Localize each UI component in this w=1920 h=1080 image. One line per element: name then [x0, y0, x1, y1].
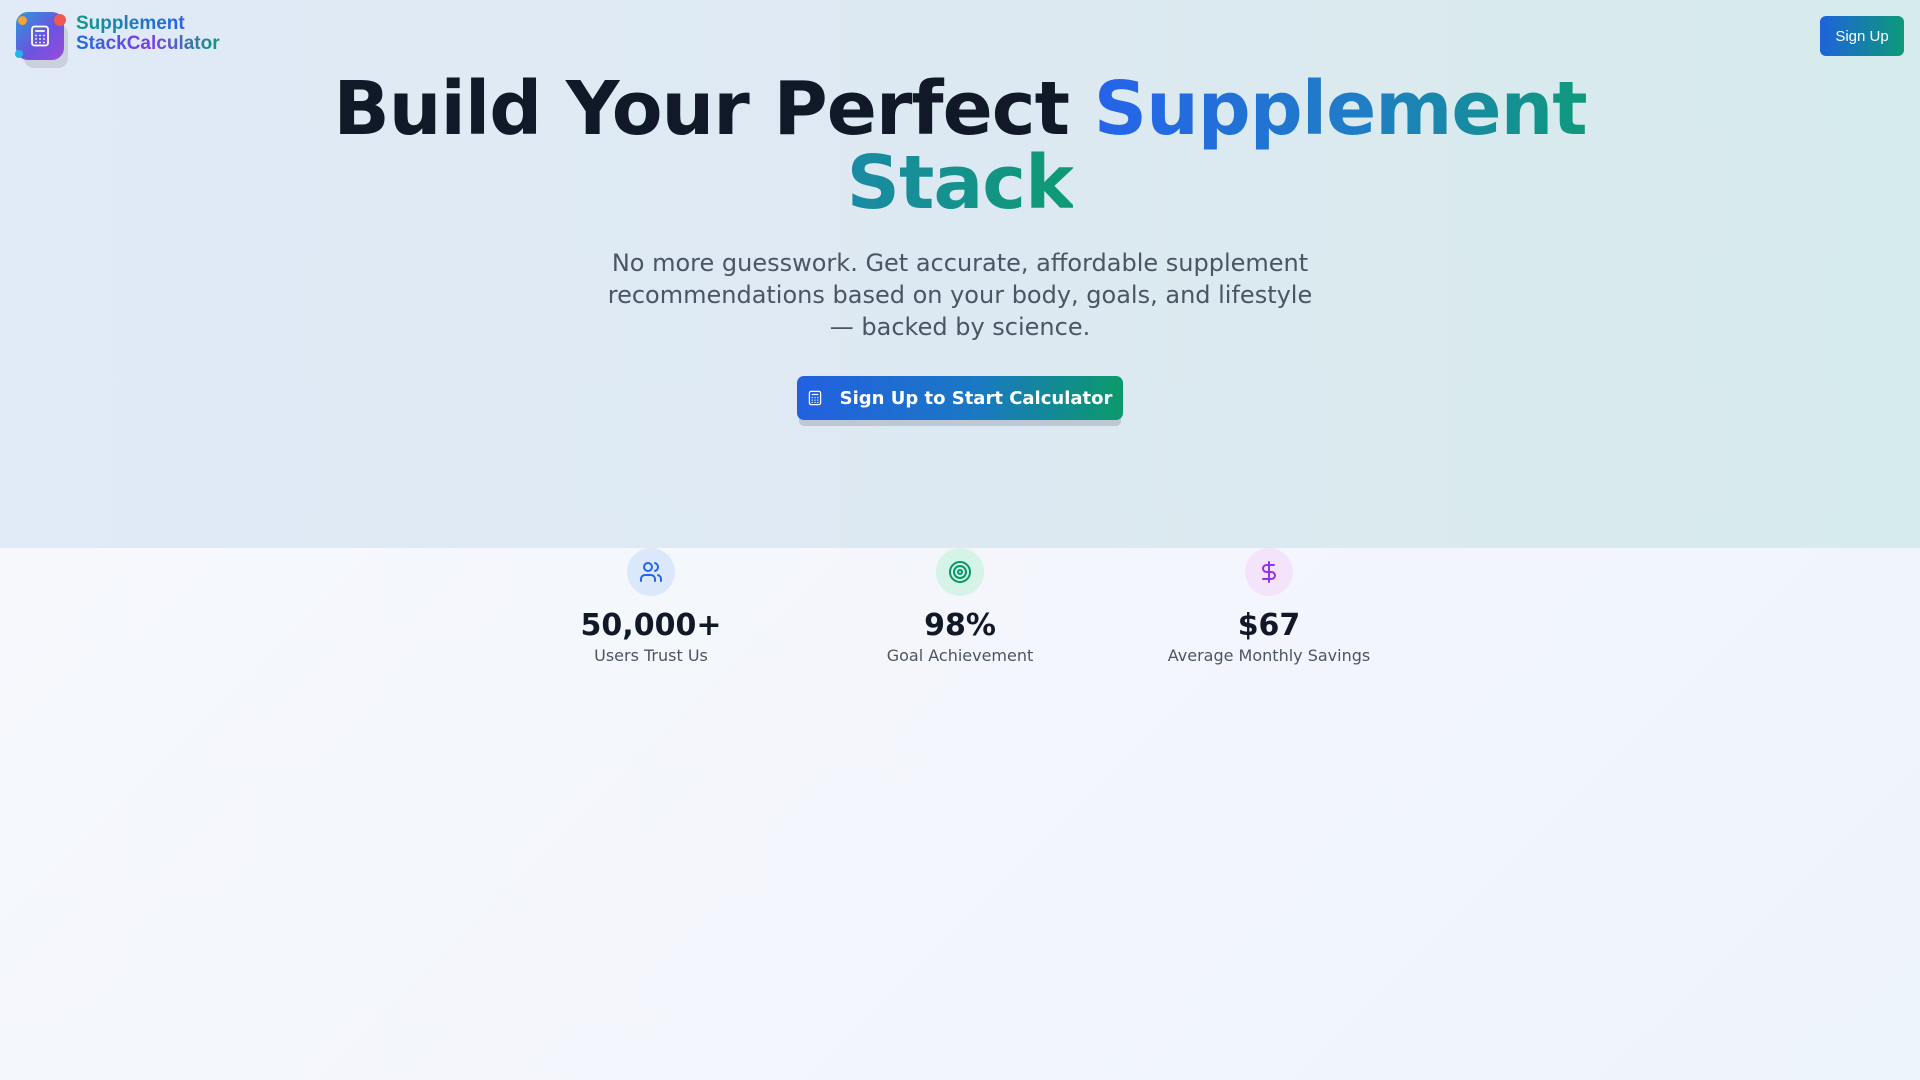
stat-label: Goal Achievement [886, 646, 1034, 665]
users-icon [627, 548, 675, 596]
dollar-icon [1245, 548, 1293, 596]
sign-up-button[interactable]: Sign Up [1820, 16, 1904, 56]
brand-line-1: Supplement [76, 14, 220, 34]
stat-savings: $67 Average Monthly Savings [1139, 548, 1399, 666]
hero-subtitle: No more guesswork. Get accurate, afforda… [607, 249, 1313, 341]
stat-users: 50,000+ Users Trust Us [521, 548, 781, 666]
stat-value: $67 [1237, 608, 1301, 643]
stat-label: Users Trust Us [594, 646, 708, 665]
logo-orange-dot [18, 16, 27, 25]
calculator-icon [808, 390, 821, 406]
page-title: Build Your Perfect Supplement Stack [0, 72, 1920, 220]
cta-label: Sign Up to Start Calculator [839, 387, 1113, 409]
title-highlight: Supplement [1093, 66, 1588, 152]
stat-goal-achievement: 98% Goal Achievement [830, 548, 1090, 666]
stat-label: Average Monthly Savings [1167, 646, 1371, 665]
brand-line-2: StackCalculator [76, 33, 220, 54]
start-calculator-button[interactable]: Sign Up to Start Calculator [797, 376, 1123, 420]
calculator-icon [31, 25, 49, 47]
app-logo[interactable] [15, 12, 66, 60]
logo-red-dot [54, 14, 66, 26]
title-line-2: Stack [846, 140, 1075, 226]
target-icon [936, 548, 984, 596]
brand-name[interactable]: Supplement StackCalculator [76, 14, 220, 54]
logo-blue-dot [15, 50, 23, 58]
stat-value: 98% [924, 608, 996, 643]
stat-value: 50,000+ [580, 608, 722, 643]
